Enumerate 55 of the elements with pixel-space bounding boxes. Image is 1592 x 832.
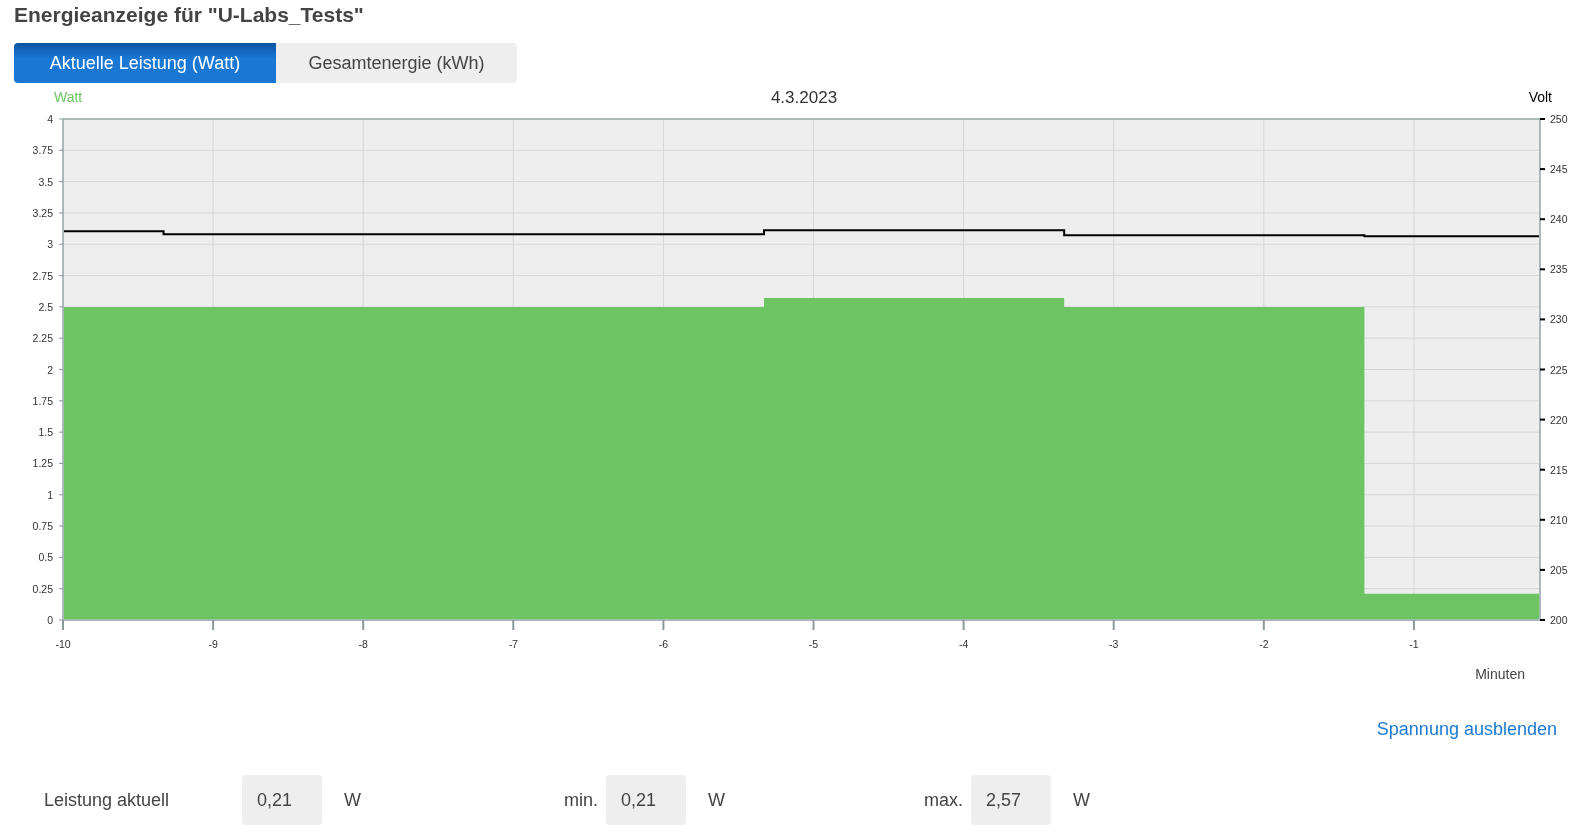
y-tick-label: 3.5 bbox=[38, 175, 53, 188]
y2-tick-label: 210 bbox=[1550, 513, 1568, 526]
y-tick-label: 4 bbox=[47, 113, 53, 125]
x-tick-label: -3 bbox=[1109, 638, 1119, 650]
tab[interactable]: Gesamtenergie (kWh) bbox=[276, 43, 517, 83]
y2-tick-label: 215 bbox=[1550, 463, 1568, 476]
x-tick-label: -4 bbox=[958, 638, 969, 650]
x-tick-label: -10 bbox=[55, 638, 71, 650]
y-tick-label: 0.75 bbox=[32, 520, 53, 533]
stat-label: max. bbox=[924, 789, 964, 811]
tab[interactable]: Aktuelle Leistung (Watt) bbox=[14, 43, 276, 83]
y-tick-label: 1.75 bbox=[32, 394, 53, 407]
y-tick-label: 2.25 bbox=[32, 332, 53, 345]
y-axis-title: Watt bbox=[54, 89, 83, 105]
stat-label: min. bbox=[564, 789, 598, 811]
unit-label: W bbox=[1073, 789, 1092, 811]
value-field: 0,21 bbox=[242, 775, 322, 825]
unit-label: W bbox=[708, 789, 726, 811]
y-tick-label: 2.75 bbox=[32, 269, 53, 282]
y-tick-label: 3 bbox=[47, 238, 53, 251]
x-tick-label: -9 bbox=[208, 638, 218, 650]
y2-tick-label: 200 bbox=[1550, 614, 1568, 626]
y2-tick-label: 225 bbox=[1550, 363, 1568, 376]
x-tick-label: -8 bbox=[358, 638, 368, 650]
stat-label: Leistung aktuell bbox=[44, 789, 171, 811]
y-tick-label: 2.5 bbox=[38, 300, 53, 313]
y-tick-label: 1.25 bbox=[32, 457, 53, 470]
value-field: 0,21 bbox=[606, 775, 686, 825]
y-tick-label: 3.25 bbox=[32, 206, 53, 219]
hide-voltage-link[interactable]: Spannung ausblenden bbox=[1376, 719, 1557, 775]
x-tick-label: -2 bbox=[1259, 638, 1269, 650]
y2-tick-label: 220 bbox=[1550, 413, 1568, 426]
y-tick-label: 0.5 bbox=[38, 551, 53, 564]
y2-tick-label: 240 bbox=[1550, 213, 1568, 226]
unit-label: W bbox=[344, 789, 362, 811]
page-title: Energieanzeige für "U-Labs_Tests" bbox=[13, 2, 365, 28]
x-axis-title: Minuten bbox=[1475, 666, 1525, 682]
y-tick-label: 1.5 bbox=[38, 426, 53, 439]
value-field: 2,57 bbox=[971, 775, 1052, 825]
y2-tick-label: 205 bbox=[1550, 563, 1568, 576]
x-tick-label: -6 bbox=[658, 638, 669, 650]
y-tick-label: 0.25 bbox=[32, 582, 53, 595]
y-tick-label: 0 bbox=[47, 614, 53, 626]
y2-tick-label: 245 bbox=[1550, 163, 1568, 176]
chart-title: 4.3.2023 bbox=[770, 88, 838, 107]
x-tick-label: -5 bbox=[808, 638, 819, 650]
y-tick-label: 2 bbox=[47, 363, 53, 376]
y2-tick-label: 250 bbox=[1550, 113, 1568, 125]
y2-axis-title: Volt bbox=[1528, 89, 1552, 105]
x-tick-label: -7 bbox=[508, 638, 518, 650]
y2-tick-label: 230 bbox=[1550, 313, 1568, 326]
x-tick-label: -1 bbox=[1409, 638, 1419, 650]
y-tick-label: 3.75 bbox=[32, 144, 53, 157]
y-tick-label: 1 bbox=[47, 488, 53, 501]
y2-tick-label: 235 bbox=[1550, 263, 1568, 276]
